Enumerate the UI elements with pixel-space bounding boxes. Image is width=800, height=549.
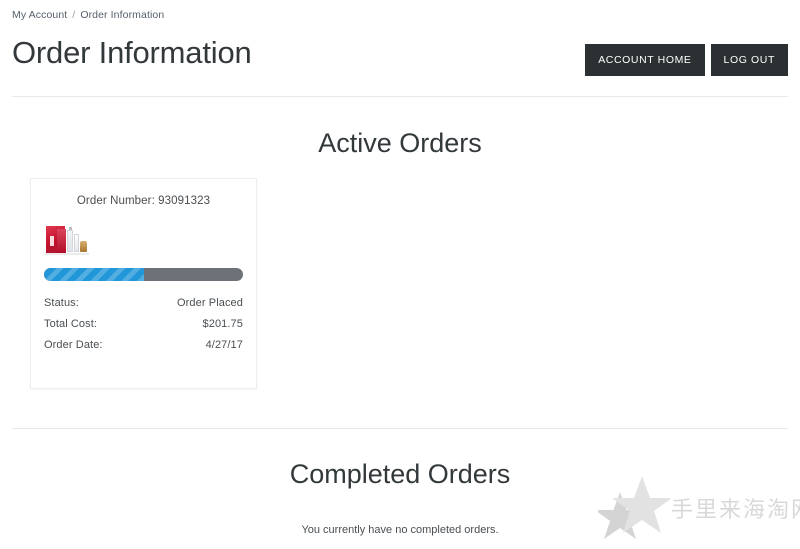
breadcrumb-item-order-information[interactable]: Order Information <box>80 9 164 21</box>
order-detail-row-status: Status: Order Placed <box>44 293 243 314</box>
order-detail-row-order-date: Order Date: 4/27/17 <box>44 335 243 356</box>
order-thumbnail-wrap <box>31 224 256 255</box>
product-image-icon <box>45 224 89 255</box>
order-details: Status: Order Placed Total Cost: $201.75… <box>44 293 243 356</box>
page-header: Order Information ACCOUNT HOME LOG OUT <box>0 32 800 90</box>
header-actions: ACCOUNT HOME LOG OUT <box>585 44 788 76</box>
order-progress-fill <box>44 268 144 281</box>
order-date-label: Order Date: <box>44 339 103 351</box>
breadcrumb-item-my-account[interactable]: My Account <box>12 9 67 21</box>
log-out-button[interactable]: LOG OUT <box>710 44 788 76</box>
order-date-value: 4/27/17 <box>205 339 243 351</box>
breadcrumb: My Account / Order Information <box>12 9 164 21</box>
active-orders-heading: Active Orders <box>318 128 482 158</box>
watermark-text: 手里来海淘网 <box>671 498 800 523</box>
order-card[interactable]: Order Number: 93091323 Status: Order Pla… <box>30 178 257 389</box>
order-progress-bar <box>44 268 243 281</box>
status-label: Status: <box>44 297 79 309</box>
account-home-button[interactable]: ACCOUNT HOME <box>585 44 705 76</box>
section-divider <box>12 428 788 429</box>
completed-orders-empty-message: You currently have no completed orders. <box>301 524 499 536</box>
breadcrumb-separator: / <box>72 9 76 21</box>
total-cost-value: $201.75 <box>202 318 243 330</box>
order-number: Order Number: 93091323 <box>76 195 211 207</box>
completed-orders-heading: Completed Orders <box>289 459 511 489</box>
page-title: Order Information <box>12 35 252 70</box>
header-divider <box>12 96 788 97</box>
order-detail-row-total-cost: Total Cost: $201.75 <box>44 314 243 335</box>
status-value: Order Placed <box>176 297 243 309</box>
total-cost-label: Total Cost: <box>44 318 98 330</box>
